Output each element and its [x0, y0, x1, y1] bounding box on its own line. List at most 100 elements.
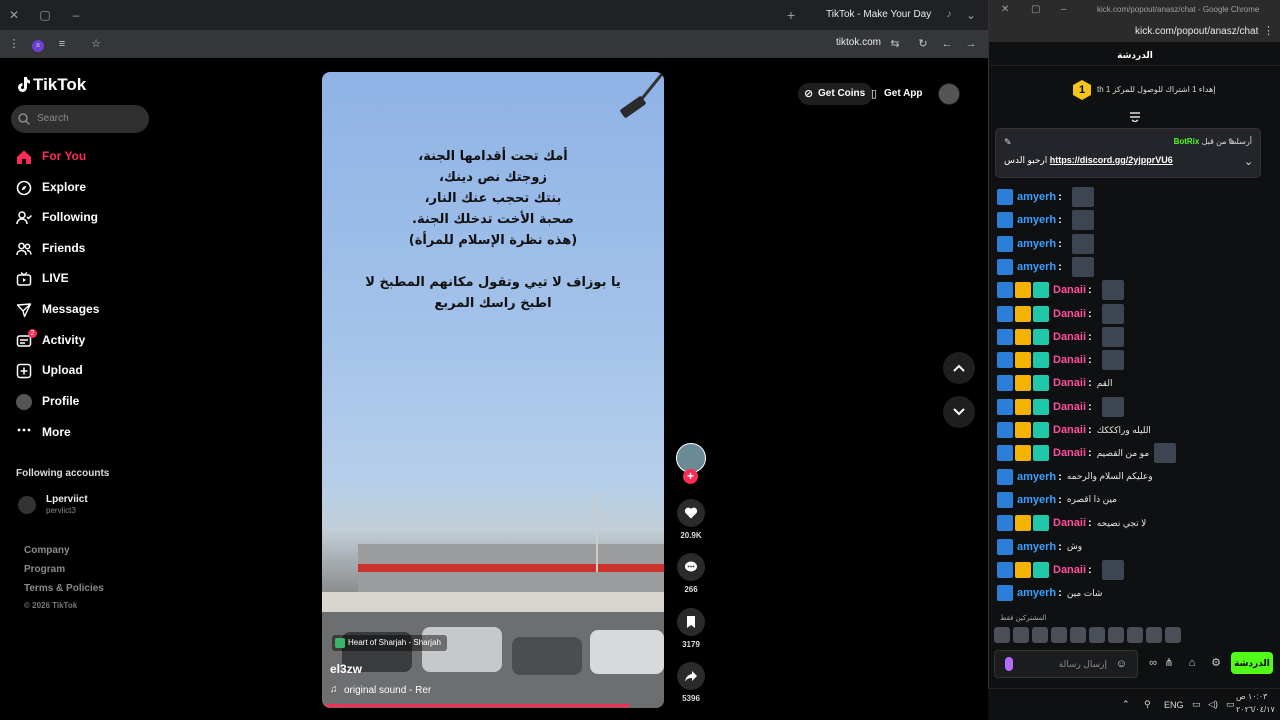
emote-item[interactable]	[1127, 627, 1143, 643]
chat-username[interactable]: Danaii	[1053, 517, 1086, 529]
restore-window-icon[interactable]: ▢	[37, 7, 53, 23]
chat-username[interactable]: amyerh	[1017, 214, 1056, 226]
chat-username[interactable]: amyerh	[1017, 191, 1056, 203]
collapse-icon[interactable]	[1129, 112, 1141, 122]
chat-username[interactable]: amyerh	[1017, 238, 1056, 250]
comment-action[interactable]: 266	[676, 553, 706, 594]
close-window-icon[interactable]: ✕	[1001, 4, 1009, 15]
network-icon[interactable]: ▭	[1192, 699, 1201, 710]
nav-explore[interactable]: Explore	[14, 176, 164, 200]
chat-message[interactable]: amyerh:	[997, 187, 1094, 207]
emote-item[interactable]	[1070, 627, 1086, 643]
pinned-message[interactable]: أرسلت من قبل BotRix ✎ ✎ ارحبو الدس https…	[995, 128, 1261, 178]
clock-time[interactable]: ١٠:٠٣ ص	[1236, 692, 1267, 701]
nav-upload[interactable]: Upload	[14, 359, 164, 383]
sub-goal-banner[interactable]: 1 th إهداء 1 اشتراك للوصول للمركز 1	[989, 78, 1280, 102]
battery-icon[interactable]: ▭	[1226, 699, 1235, 710]
save-button[interactable]	[677, 608, 705, 636]
chat-message[interactable]: Danaii: القم	[997, 373, 1112, 393]
nav-more[interactable]: More	[14, 421, 164, 445]
chat-message[interactable]: Danaii: مو من القصيم	[997, 443, 1177, 464]
video-player[interactable]: أمك تحت أقدامها الجنة، زوجتك نص دينك، بن…	[322, 72, 664, 708]
chevron-down-icon[interactable]: ⌄	[1244, 155, 1253, 168]
search-input[interactable]: Search	[11, 105, 149, 133]
discord-link[interactable]: https://discord.gg/2yjpprVU6	[1050, 155, 1173, 165]
emote-item[interactable]	[1108, 627, 1124, 643]
emote-item[interactable]	[1051, 627, 1067, 643]
nav-messages[interactable]: Messages	[14, 298, 164, 322]
chat-message[interactable]: amyerh: وش	[997, 537, 1082, 557]
new-tab-button[interactable]: +	[783, 7, 799, 23]
chat-message[interactable]: amyerh:	[997, 210, 1094, 231]
user-avatar[interactable]	[938, 83, 960, 105]
chat-username[interactable]: Danaii	[1053, 354, 1086, 366]
chat-message[interactable]: Danaii:	[997, 326, 1124, 347]
video-progress-bar[interactable]	[326, 704, 630, 707]
chat-message[interactable]: amyerh: مين ذا اقصره	[997, 490, 1117, 510]
chat-username[interactable]: amyerh	[1017, 587, 1056, 599]
chat-username[interactable]: Danaii	[1053, 377, 1086, 389]
nav-for-you[interactable]: For You	[14, 145, 164, 169]
share-button[interactable]	[677, 662, 705, 690]
chat-username[interactable]: Danaii	[1053, 284, 1086, 296]
nav-following[interactable]: Following	[14, 206, 164, 230]
minimize-window-icon[interactable]: –	[68, 7, 84, 23]
tab-list-chevron-icon[interactable]: ⌄	[963, 7, 979, 23]
comment-button[interactable]	[677, 553, 705, 581]
location-tag[interactable]: Heart of Sharjah - Sharjah	[332, 635, 447, 651]
settings-gear-icon[interactable]: ⚙	[1209, 656, 1223, 670]
emote-item[interactable]	[1165, 627, 1181, 643]
video-sound[interactable]: original sound - Rer	[344, 685, 431, 696]
tiktok-logo[interactable]: TikTok	[16, 75, 86, 95]
next-video-button[interactable]	[943, 396, 975, 428]
chat-username[interactable]: amyerh	[1017, 471, 1056, 483]
emote-item[interactable]	[994, 627, 1010, 643]
like-action[interactable]: 20.9K	[676, 499, 706, 540]
send-chat-button[interactable]: الدردشة	[1231, 652, 1273, 674]
menu-dots-icon[interactable]: ⋮	[6, 36, 22, 52]
restore-window-icon[interactable]: ▢	[1031, 4, 1040, 15]
chat-message[interactable]: Danaii:	[997, 559, 1124, 580]
get-coins-button[interactable]: ⊘ Get Coins	[798, 83, 874, 105]
chat-username[interactable]: amyerh	[1017, 261, 1056, 273]
gift-icon[interactable]: ⌂	[1185, 656, 1199, 670]
tab-tiktok[interactable]: TikTok - Make Your Day	[808, 4, 960, 26]
chat-message[interactable]: amyerh:	[997, 233, 1094, 254]
footer-link-program[interactable]: Program	[24, 564, 65, 575]
chat-message[interactable]: Danaii:	[997, 303, 1124, 324]
share-nodes-icon[interactable]: ⋔	[1162, 656, 1176, 670]
nav-friends[interactable]: Friends	[14, 237, 164, 261]
get-app-button[interactable]: ▯ Get App	[866, 83, 929, 105]
chat-message[interactable]: Danaii:	[997, 396, 1124, 417]
chat-message[interactable]: Danaii: الليله وراكككك	[997, 420, 1151, 440]
previous-video-button[interactable]	[943, 352, 975, 384]
save-action[interactable]: 3179	[676, 608, 706, 649]
like-button[interactable]	[677, 499, 705, 527]
chat-username[interactable]: Danaii	[1053, 564, 1086, 576]
emote-item[interactable]	[1089, 627, 1105, 643]
emote-item[interactable]	[1032, 627, 1048, 643]
chat-message[interactable]: amyerh:	[997, 256, 1094, 277]
address-bar[interactable]: tiktok.com	[836, 37, 881, 48]
chat-url[interactable]: kick.com/popout/anasz/chat	[1135, 26, 1258, 37]
chat-message[interactable]: Danaii: لا تجي نصيحه	[997, 513, 1146, 533]
reload-icon[interactable]: ↻	[915, 36, 931, 52]
language-indicator[interactable]: ENG	[1164, 700, 1184, 710]
chat-message[interactable]: amyerh: وعليكم السلام والرحمه	[997, 467, 1153, 487]
nav-live[interactable]: LIVE	[14, 267, 164, 291]
nav-profile[interactable]: Profile	[14, 390, 164, 414]
share-action[interactable]: 5396	[676, 662, 706, 703]
site-settings-icon[interactable]: ⇆	[887, 36, 903, 52]
chat-username[interactable]: amyerh	[1017, 494, 1056, 506]
infinity-icon[interactable]: ∞	[1146, 656, 1160, 670]
bookmark-star-icon[interactable]: ☆	[88, 36, 104, 52]
footer-link-company[interactable]: Company	[24, 545, 70, 556]
emote-item[interactable]	[1146, 627, 1162, 643]
following-account-item[interactable]: Lperviict perviict3	[16, 492, 166, 516]
emoji-icon[interactable]: ☺	[1116, 658, 1127, 670]
chat-message[interactable]: Danaii:	[997, 280, 1124, 301]
back-icon[interactable]: ←	[939, 36, 955, 52]
nav-activity[interactable]: 2 Activity	[14, 329, 164, 353]
chat-message[interactable]: amyerh: شات مين	[997, 583, 1102, 603]
chat-username[interactable]: Danaii	[1053, 331, 1086, 343]
